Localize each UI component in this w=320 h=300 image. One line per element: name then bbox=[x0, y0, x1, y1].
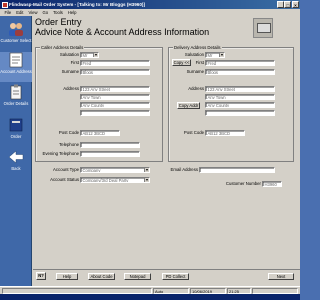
customer-number-field: H3960 bbox=[262, 181, 282, 187]
taskbar bbox=[0, 294, 300, 300]
sidebar-item-label: Order Details bbox=[3, 101, 29, 106]
evening-telephone-label: Evening Telephone bbox=[42, 151, 79, 156]
delivery-address-line-1[interactable]: 123 Any Street bbox=[205, 86, 275, 92]
surname-label: Surname bbox=[186, 69, 204, 74]
address-label: Address bbox=[188, 86, 204, 91]
postcode-label: Post Code bbox=[183, 130, 204, 135]
delivery-address-line-4[interactable] bbox=[205, 110, 275, 116]
sidebar-item-back[interactable]: Back bbox=[0, 149, 32, 179]
close-button[interactable]: × bbox=[292, 1, 299, 8]
group-legend: Delivery Address Details bbox=[173, 45, 222, 50]
pd-collect-button[interactable]: PD Collect bbox=[162, 273, 189, 280]
email-field[interactable] bbox=[199, 167, 275, 173]
window-title: Flindwasp-Mail Order System - [Talking t… bbox=[9, 2, 145, 7]
menu-tools[interactable]: Tools bbox=[51, 9, 66, 16]
people-icon bbox=[9, 23, 23, 36]
notepad-button[interactable]: Notepad bbox=[124, 273, 151, 280]
sidebar-item-label: Order bbox=[10, 134, 22, 139]
caller-address-line-2[interactable]: Any Town bbox=[80, 94, 150, 100]
status-bar: Auto 10/06/2019 21:25 bbox=[0, 286, 300, 294]
account-status-select[interactable]: Company/3rd Deal Party ▼ bbox=[80, 177, 150, 183]
menu-file[interactable]: File bbox=[2, 9, 14, 16]
caller-address-line-1[interactable]: 123 Any Street bbox=[80, 86, 150, 92]
sidebar-item-customer-select[interactable]: Customer Select bbox=[0, 21, 32, 51]
menu-view[interactable]: View bbox=[26, 9, 40, 16]
telephone-label: Telephone bbox=[59, 142, 79, 147]
chevron-down-icon: ▼ bbox=[93, 53, 98, 57]
caller-postcode-field[interactable]: AB12 3BCD bbox=[80, 130, 120, 136]
help-context-button[interactable]: N? bbox=[36, 272, 46, 280]
help-button[interactable]: Help bbox=[56, 273, 78, 280]
delivery-postcode-field[interactable]: AB12 3BCD bbox=[205, 130, 245, 136]
chevron-down-icon: ▼ bbox=[144, 168, 149, 172]
address-card-icon bbox=[253, 18, 273, 38]
app-window: Flindwasp-Mail Order System - [Talking t… bbox=[0, 0, 300, 300]
next-button[interactable]: Next bbox=[268, 273, 294, 280]
salutation-label: Salutation bbox=[59, 52, 79, 57]
salutation-label: Salutation bbox=[184, 52, 204, 57]
caller-first-name-field[interactable]: Fred bbox=[80, 60, 150, 66]
delivery-address-line-2[interactable]: Any Town bbox=[205, 94, 275, 100]
back-arrow-icon bbox=[8, 150, 24, 164]
app-icon bbox=[1, 1, 8, 8]
sidebar-item-label: Account Address bbox=[0, 69, 32, 74]
delivery-first-name-field[interactable]: Fred bbox=[205, 60, 275, 66]
account-status-label: Account Status bbox=[50, 177, 79, 182]
clipboard-icon bbox=[10, 84, 22, 100]
caller-salutation-select[interactable]: Mr ▼ bbox=[80, 52, 99, 58]
page-title: Order Entry bbox=[35, 17, 82, 27]
menu-bar: File Edit View Go Tools Help bbox=[0, 9, 300, 16]
first-name-label: First bbox=[195, 60, 204, 65]
email-label: Email Address bbox=[170, 167, 198, 172]
caller-evening-telephone-field[interactable] bbox=[80, 151, 140, 157]
group-legend: Caller Address Details bbox=[40, 45, 85, 50]
chevron-down-icon: ▼ bbox=[144, 178, 149, 182]
delivery-salutation-select[interactable]: Mr ▼ bbox=[205, 52, 225, 58]
surname-label: Surname bbox=[61, 69, 79, 74]
address-book-icon bbox=[9, 52, 23, 68]
sidebar-item-order-details[interactable]: Order Details bbox=[0, 84, 32, 114]
title-bar: Flindwasp-Mail Order System - [Talking t… bbox=[0, 0, 300, 9]
maximize-button[interactable]: □ bbox=[284, 1, 292, 8]
sidebar-item-account-address[interactable]: Account Address bbox=[0, 52, 32, 82]
page-header: Order Entry Advice Note & Account Addres… bbox=[34, 17, 244, 41]
menu-help[interactable]: Help bbox=[65, 9, 79, 16]
account-type-select[interactable]: Company ▼ bbox=[80, 167, 150, 173]
caller-address-line-3[interactable]: Any County bbox=[80, 102, 150, 108]
postcode-label: Post Code bbox=[58, 130, 79, 135]
copy-address-button[interactable]: Copy Addr bbox=[177, 102, 200, 109]
address-label: Address bbox=[63, 86, 79, 91]
sidebar-item-order[interactable]: Order bbox=[0, 117, 32, 147]
customer-number-label: Customer Number bbox=[225, 181, 261, 186]
menu-go[interactable]: Go bbox=[40, 9, 51, 16]
about-code-button[interactable]: About Code bbox=[88, 273, 115, 280]
book-icon bbox=[9, 118, 23, 132]
delivery-address-line-3[interactable]: Any County bbox=[205, 102, 275, 108]
caller-address-line-4[interactable] bbox=[80, 110, 150, 116]
caller-surname-field[interactable]: Blogs bbox=[80, 69, 150, 75]
chevron-down-icon: ▼ bbox=[219, 53, 224, 57]
sidebar: Customer Select Account Address Order De… bbox=[0, 16, 32, 286]
delivery-surname-field[interactable]: Blogs bbox=[205, 69, 275, 75]
first-name-label: First bbox=[70, 60, 79, 65]
sidebar-item-label: Back bbox=[11, 166, 21, 171]
minimize-button[interactable]: _ bbox=[276, 1, 284, 8]
caller-telephone-field[interactable] bbox=[80, 142, 140, 148]
sidebar-item-label: Customer Select bbox=[0, 38, 32, 43]
page-subtitle: Advice Note & Account Address Informatio… bbox=[35, 27, 210, 37]
account-type-label: Account Type bbox=[53, 167, 79, 172]
menu-edit[interactable]: Edit bbox=[14, 9, 26, 16]
